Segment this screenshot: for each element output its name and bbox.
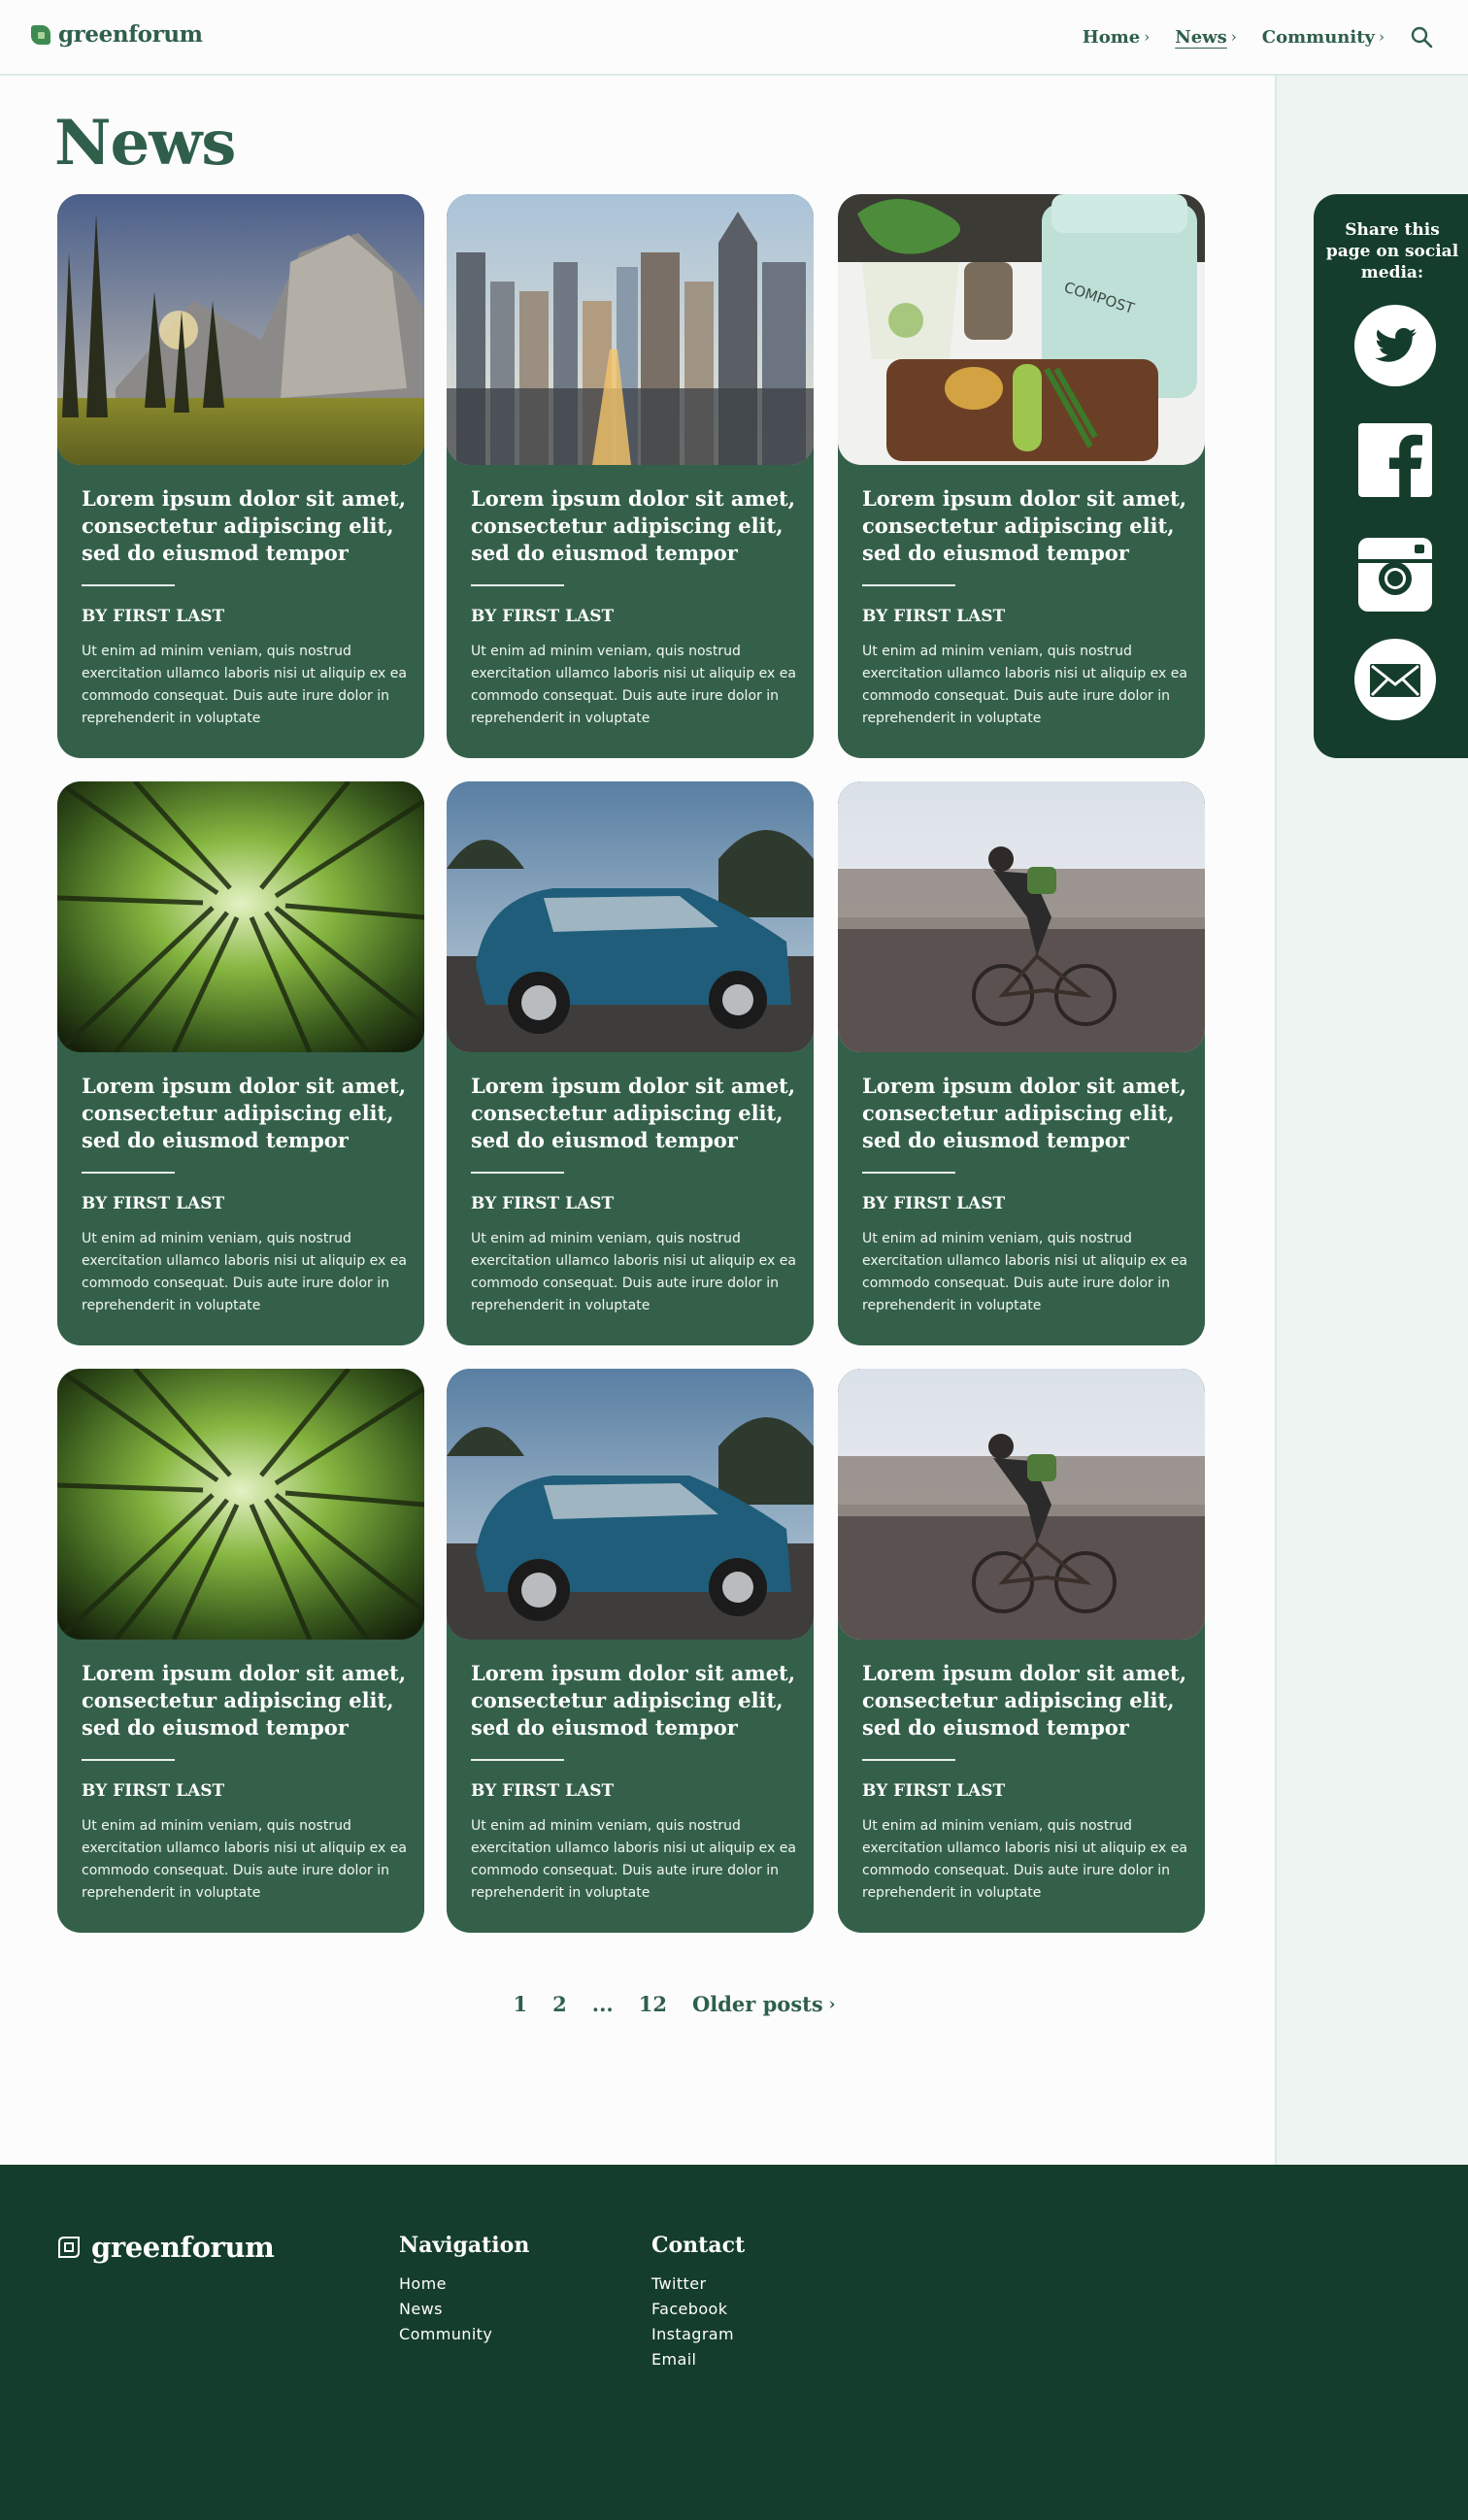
card-divider — [471, 1759, 564, 1761]
footer-link-instagram[interactable]: Instagram — [651, 2322, 745, 2347]
card-title[interactable]: Lorem ipsum dolor sit amet, consectetur … — [82, 485, 412, 567]
news-card[interactable]: COMPOST Lorem ipsum dolor sit amet, conse… — [838, 194, 1205, 758]
footer-link-news[interactable]: News — [399, 2297, 529, 2322]
email-icon[interactable] — [1354, 639, 1436, 720]
card-divider — [862, 1172, 955, 1174]
older-posts-label: Older posts — [691, 1992, 823, 2016]
logo-text: greenforum — [58, 21, 203, 48]
news-card[interactable]: Lorem ipsum dolor sit amet, consectetur … — [447, 194, 814, 758]
footer-logo[interactable]: greenforum — [56, 2231, 275, 2264]
card-excerpt: Ut enim ad minim veniam, quis nostrud ex… — [471, 1818, 796, 1901]
card-divider — [82, 1172, 175, 1174]
page-title: News — [54, 107, 236, 180]
footer-contact: Contact Twitter Facebook Instagram Email — [651, 2233, 745, 2372]
compost-kitchen-photo[interactable]: COMPOST — [838, 194, 1205, 465]
mountain-valley-photo[interactable] — [57, 194, 424, 465]
footer-link-community[interactable]: Community — [399, 2322, 529, 2347]
news-card[interactable]: Lorem ipsum dolor sit amet, consectetur … — [57, 194, 424, 758]
nav-home[interactable]: Home › — [1083, 27, 1151, 48]
card-divider — [862, 1759, 955, 1761]
news-card[interactable]: Lorem ipsum dolor sit amet, consectetur … — [838, 781, 1205, 1345]
footer-link-twitter[interactable]: Twitter — [651, 2271, 745, 2297]
news-card[interactable]: Lorem ipsum dolor sit amet, consectetur … — [838, 1369, 1205, 1933]
card-divider — [82, 584, 175, 586]
card-excerpt: Ut enim ad minim veniam, quis nostrud ex… — [82, 1818, 407, 1901]
search-icon[interactable] — [1410, 25, 1433, 49]
footer-link-email[interactable]: Email — [651, 2347, 745, 2372]
main-nav: Home › News › Community › — [1083, 25, 1468, 49]
card-title[interactable]: Lorem ipsum dolor sit amet, consectetur … — [862, 1660, 1192, 1741]
leaf-logo-icon — [31, 24, 50, 45]
card-excerpt: Ut enim ad minim veniam, quis nostrud ex… — [862, 644, 1187, 726]
card-excerpt: Ut enim ad minim veniam, quis nostrud ex… — [471, 1231, 796, 1313]
news-card[interactable]: Lorem ipsum dolor sit amet, consectetur … — [57, 781, 424, 1345]
nav-news[interactable]: News › — [1175, 27, 1237, 48]
card-author: BY FIRST LAST — [862, 1194, 1006, 1213]
card-title[interactable]: Lorem ipsum dolor sit amet, consectetur … — [471, 485, 801, 567]
card-author: BY FIRST LAST — [862, 1781, 1006, 1801]
instagram-icon[interactable] — [1354, 534, 1436, 615]
footer-navigation: Navigation Home News Community — [399, 2233, 529, 2347]
footer-contact-heading: Contact — [651, 2233, 746, 2258]
page-12-link[interactable]: 12 — [639, 1992, 667, 2016]
blue-car-photo[interactable] — [447, 781, 814, 1052]
card-author: BY FIRST LAST — [82, 1194, 225, 1213]
nav-community-label: Community — [1261, 26, 1375, 48]
card-author: BY FIRST LAST — [471, 1194, 615, 1213]
card-divider — [471, 1172, 564, 1174]
nav-community[interactable]: Community › — [1262, 27, 1385, 48]
footer-link-facebook[interactable]: Facebook — [651, 2297, 745, 2322]
news-card[interactable]: Lorem ipsum dolor sit amet, consectetur … — [57, 1369, 424, 1933]
page-1-link[interactable]: 1 — [514, 1992, 528, 2016]
share-panel: Share this page on social media: — [1314, 194, 1468, 758]
nav-home-label: Home — [1082, 26, 1141, 48]
card-author: BY FIRST LAST — [82, 607, 225, 626]
card-divider — [862, 584, 955, 586]
pagination: 1 2 ... 12 Older posts › — [0, 1992, 1275, 2016]
site-footer: greenforum Navigation Home News Communit… — [0, 2165, 1468, 2520]
card-title[interactable]: Lorem ipsum dolor sit amet, consectetur … — [471, 1660, 801, 1741]
card-title[interactable]: Lorem ipsum dolor sit amet, consectetur … — [862, 1073, 1192, 1154]
footer-link-home[interactable]: Home — [399, 2271, 529, 2297]
card-author: BY FIRST LAST — [82, 1781, 225, 1801]
card-excerpt: Ut enim ad minim veniam, quis nostrud ex… — [82, 1231, 407, 1313]
logo[interactable]: greenforum — [31, 21, 203, 48]
card-title[interactable]: Lorem ipsum dolor sit amet, consectetur … — [471, 1073, 801, 1154]
nav-news-label: News — [1175, 26, 1227, 48]
chevron-right-icon: › — [828, 1994, 836, 2014]
facebook-icon[interactable] — [1354, 419, 1436, 501]
card-excerpt: Ut enim ad minim veniam, quis nostrud ex… — [862, 1818, 1187, 1901]
news-card[interactable]: Lorem ipsum dolor sit amet, consectetur … — [447, 1369, 814, 1933]
footer-navigation-heading: Navigation — [399, 2233, 530, 2258]
card-author: BY FIRST LAST — [471, 607, 615, 626]
leaf-logo-icon — [56, 2235, 82, 2260]
news-card[interactable]: Lorem ipsum dolor sit amet, consectetur … — [447, 781, 814, 1345]
twitter-icon[interactable] — [1354, 305, 1436, 386]
older-posts-link[interactable]: Older posts › — [692, 1992, 836, 2016]
share-title: Share this page on social media: — [1325, 220, 1459, 282]
footer-logo-text: greenforum — [91, 2231, 275, 2264]
cyclist-photo[interactable] — [838, 781, 1205, 1052]
city-skyline-photo[interactable] — [447, 194, 814, 465]
chevron-right-icon: › — [1230, 28, 1237, 46]
card-title[interactable]: Lorem ipsum dolor sit amet, consectetur … — [82, 1660, 412, 1741]
cyclist-photo[interactable] — [838, 1369, 1205, 1640]
card-excerpt: Ut enim ad minim veniam, quis nostrud ex… — [862, 1231, 1187, 1313]
card-excerpt: Ut enim ad minim veniam, quis nostrud ex… — [82, 644, 407, 726]
bamboo-forest-photo[interactable] — [57, 781, 424, 1052]
chevron-right-icon: › — [1144, 28, 1151, 46]
bamboo-forest-photo[interactable] — [57, 1369, 424, 1640]
page-2-link: 2 — [552, 1992, 567, 2016]
blue-car-photo[interactable] — [447, 1369, 814, 1640]
card-author: BY FIRST LAST — [471, 1781, 615, 1801]
card-excerpt: Ut enim ad minim veniam, quis nostrud ex… — [471, 644, 796, 726]
card-title[interactable]: Lorem ipsum dolor sit amet, consectetur … — [862, 485, 1192, 567]
card-divider — [82, 1759, 175, 1761]
page-ellipsis: ... — [591, 1992, 614, 2016]
card-author: BY FIRST LAST — [862, 607, 1006, 626]
chevron-right-icon: › — [1379, 28, 1385, 46]
card-title[interactable]: Lorem ipsum dolor sit amet, consectetur … — [82, 1073, 412, 1154]
card-divider — [471, 584, 564, 586]
site-header: greenforum Home › News › Community › — [0, 0, 1468, 76]
